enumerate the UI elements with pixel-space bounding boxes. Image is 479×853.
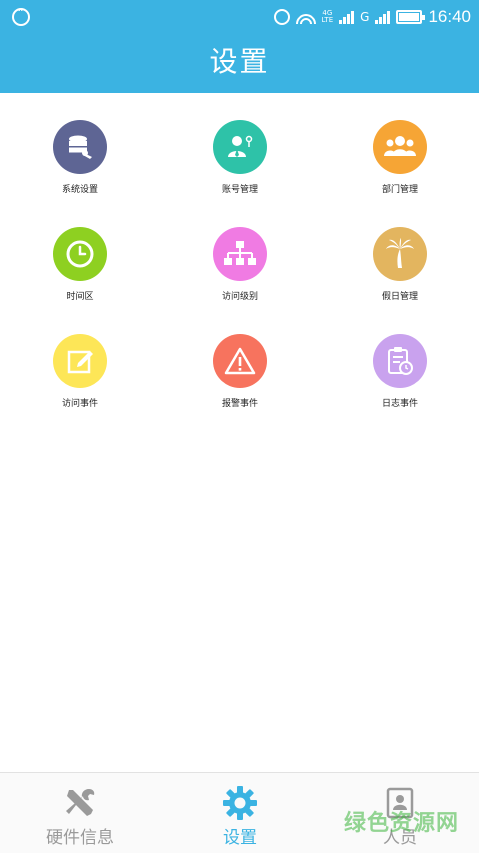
menu-item-label: 部门管理 bbox=[381, 185, 418, 195]
menu-item-system-settings[interactable]: 系统设置 bbox=[0, 120, 160, 195]
menu-item-log-events[interactable]: 日志事件 bbox=[320, 334, 479, 409]
menu-item-label: 假日管理 bbox=[381, 292, 418, 302]
status-icons: 4G LTE G 16:40 bbox=[273, 5, 471, 29]
warning-icon bbox=[213, 334, 267, 388]
menu-item-label: 访问级别 bbox=[221, 292, 258, 302]
menu-item-label: 时间区 bbox=[66, 292, 94, 302]
user-account-icon bbox=[213, 120, 267, 174]
bottom-tab-bar: 硬件信息 设置 人员 绿色资源网 bbox=[0, 772, 479, 853]
menu-item-account-management[interactable]: 账号管理 bbox=[160, 120, 320, 195]
hierarchy-icon bbox=[213, 227, 267, 281]
menu-item-department-management[interactable]: 部门管理 bbox=[320, 120, 479, 195]
status-bar: 4G LTE G 16:40 bbox=[0, 0, 479, 34]
carrier-g-label: G bbox=[360, 10, 370, 24]
network-subtype-label: LTE bbox=[321, 16, 334, 24]
network-type: 4G LTE bbox=[322, 10, 334, 24]
app-header: 4G LTE G 16:40 设置 bbox=[0, 0, 479, 93]
tab-label: 设置 bbox=[223, 828, 257, 848]
group-icon bbox=[373, 120, 427, 174]
menu-item-access-events[interactable]: 访问事件 bbox=[0, 334, 160, 409]
menu-item-label: 系统设置 bbox=[61, 185, 98, 195]
menu-item-label: 账号管理 bbox=[221, 185, 258, 195]
menu-item-holiday-management[interactable]: 假日管理 bbox=[320, 227, 479, 302]
signal-icon-2 bbox=[375, 10, 391, 24]
palm-tree-icon bbox=[373, 227, 427, 281]
watermark-text: 绿色资源网 bbox=[343, 811, 459, 836]
wifi-icon bbox=[295, 10, 316, 24]
clock-icon bbox=[53, 227, 107, 281]
alarm-icon bbox=[273, 9, 290, 25]
status-time: 16:40 bbox=[428, 7, 471, 26]
menu-item-label: 访问事件 bbox=[61, 399, 98, 409]
battery-icon bbox=[396, 10, 426, 24]
chat-bubble-icon bbox=[12, 4, 30, 26]
tab-hardware-info[interactable]: 硬件信息 bbox=[0, 773, 160, 853]
gear-icon bbox=[222, 785, 258, 821]
menu-item-access-level[interactable]: 访问级别 bbox=[160, 227, 320, 302]
menu-item-label: 日志事件 bbox=[381, 399, 418, 409]
clipboard-clock-icon bbox=[373, 334, 427, 388]
database-gear-icon bbox=[53, 120, 107, 174]
tab-settings[interactable]: 设置 bbox=[160, 773, 320, 853]
menu-item-label: 报警事件 bbox=[221, 399, 258, 409]
tab-label: 硬件信息 bbox=[46, 828, 114, 848]
page-title: 设置 bbox=[209, 45, 270, 78]
edit-icon bbox=[53, 334, 107, 388]
menu-item-alarm-events[interactable]: 报警事件 bbox=[160, 334, 320, 409]
menu-item-time-zone[interactable]: 时间区 bbox=[0, 227, 160, 302]
tools-icon bbox=[62, 785, 98, 821]
signal-icon bbox=[339, 10, 355, 24]
